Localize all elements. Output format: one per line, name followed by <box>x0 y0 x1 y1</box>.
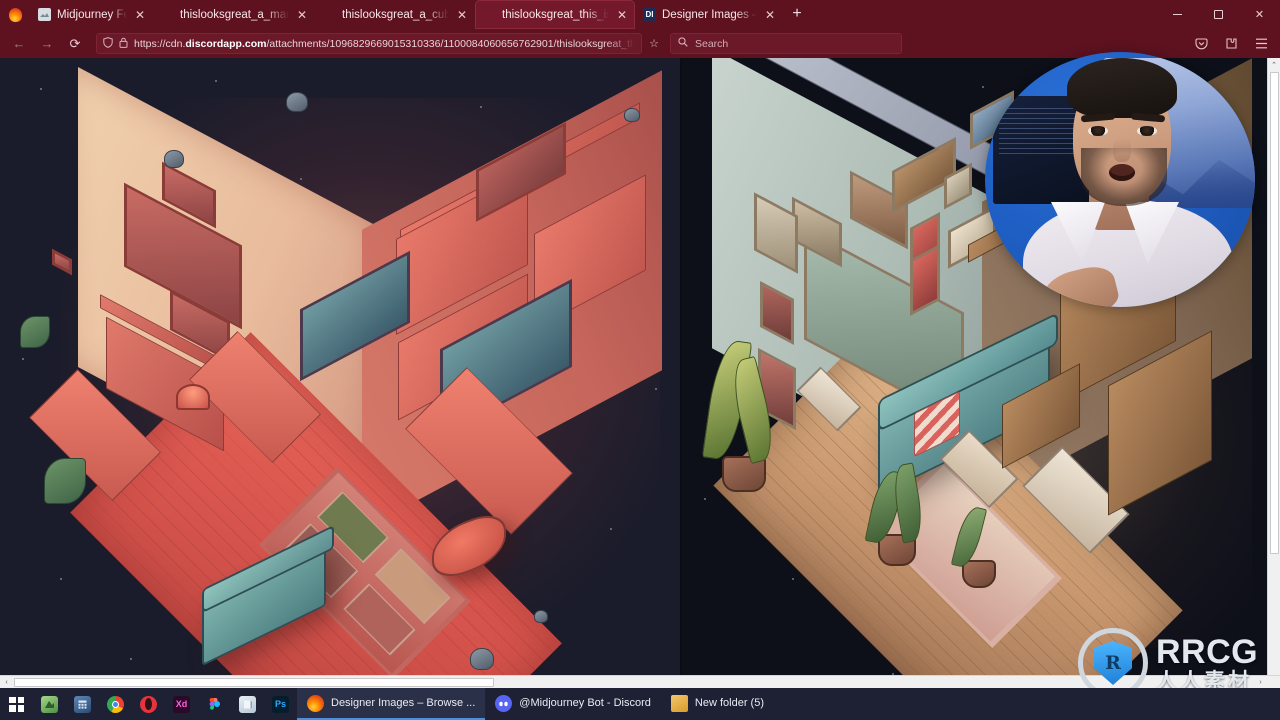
taskbar-task-label: Designer Images – Browse ... <box>331 697 476 709</box>
tab-close-button[interactable]: ✕ <box>133 8 147 22</box>
toolbar-right-icons <box>1188 32 1274 56</box>
small-orb <box>534 610 548 623</box>
maximize-button[interactable] <box>1198 0 1239 29</box>
bookmark-star-icon[interactable]: ☆ <box>644 37 664 50</box>
file-explorer-icon[interactable] <box>33 688 66 720</box>
potted-plant <box>44 458 86 504</box>
google-chrome-icon[interactable] <box>99 688 132 720</box>
pocket-save-icon[interactable] <box>1188 32 1214 56</box>
taskbar-task-folder[interactable]: New folder (5) <box>661 688 774 720</box>
browser-tab[interactable]: Midjourney Feed ✕ <box>30 0 153 29</box>
url-path: /attachments/1096829669015310336/1100084… <box>266 37 635 50</box>
browser-tab-active[interactable]: thislooksgreat_this_is_a_detailed_pi ✕ <box>475 0 635 29</box>
tab-close-button[interactable]: ✕ <box>295 8 309 22</box>
calculator-icon[interactable] <box>66 688 99 720</box>
hamburger-menu-icon[interactable] <box>1248 32 1274 56</box>
search-input[interactable]: Search <box>695 38 728 50</box>
new-tab-button[interactable]: + <box>783 0 811 28</box>
floating-robot <box>470 648 494 670</box>
onenote-icon[interactable] <box>231 688 264 720</box>
url-prefix: https://cdn. <box>134 37 186 50</box>
navigation-toolbar: ← → ⟳ https://cdn.discordapp.com/attachm… <box>0 29 1280 58</box>
nose <box>1113 138 1131 162</box>
address-bar[interactable]: https://cdn.discordapp.com/attachments/1… <box>96 33 642 54</box>
floating-canister <box>164 150 184 168</box>
browser-window: Midjourney Feed ✕ thislooksgreat_a_man_i… <box>0 0 1280 720</box>
isometric-room-illustration-warm[interactable] <box>0 58 682 688</box>
url-text: https://cdn.discordapp.com/attachments/1… <box>134 38 635 50</box>
forward-button[interactable]: → <box>34 32 60 56</box>
photoshop-icon[interactable]: Ps <box>264 688 297 720</box>
tab-strip: Midjourney Feed ✕ thislooksgreat_a_man_i… <box>0 0 1280 29</box>
presenter-hair <box>1067 58 1177 118</box>
horizontal-scrollbar[interactable]: ‹ › <box>0 675 1280 688</box>
webcam-bubble <box>985 52 1255 307</box>
taskbar-task-label: New folder (5) <box>694 697 764 709</box>
desk-lamp <box>176 384 210 410</box>
document-icon <box>483 8 496 21</box>
taskbar-task-discord[interactable]: @Midjourney Bot - Discord <box>485 688 661 720</box>
reload-button[interactable]: ⟳ <box>62 32 88 56</box>
figma-icon[interactable] <box>198 688 231 720</box>
browser-tab[interactable]: thislooksgreat_a_cubicle_in_the_cor ✕ <box>315 0 475 29</box>
padlock-icon <box>119 37 128 51</box>
folder-taskbar-icon <box>670 694 688 712</box>
adobe-xd-icon[interactable]: Xd <box>165 688 198 720</box>
taskbar-task-label: @Midjourney Bot - Discord <box>519 697 651 709</box>
small-plant <box>20 316 50 348</box>
tracking-protection-shield-icon[interactable] <box>103 36 113 51</box>
vertical-scroll-thumb[interactable] <box>1270 72 1279 554</box>
tab-close-button[interactable]: ✕ <box>615 8 629 22</box>
vertical-scrollbar[interactable]: ⌃ ⌄ <box>1267 58 1280 688</box>
eye-left <box>1088 126 1108 136</box>
window-controls: ✕ <box>1157 0 1280 29</box>
taskbar-task-firefox[interactable]: Designer Images – Browse ... <box>297 688 486 720</box>
mouth <box>1109 164 1135 181</box>
firefox-logo-icon <box>0 0 30 29</box>
search-bar[interactable]: Search <box>670 33 902 54</box>
tab-list: Midjourney Feed ✕ thislooksgreat_a_man_i… <box>30 0 1157 29</box>
tab-title: thislooksgreat_this_is_a_detailed_pi <box>502 8 609 21</box>
floating-object <box>624 108 640 122</box>
image-placeholder-icon <box>38 8 51 21</box>
start-button[interactable] <box>0 688 33 720</box>
eye-right <box>1137 126 1157 136</box>
search-icon <box>678 37 688 50</box>
tab-title: thislooksgreat_a_man_is_working_at <box>180 8 289 21</box>
tab-close-button[interactable]: ✕ <box>455 8 469 22</box>
scroll-up-arrow[interactable]: ⌃ <box>1268 58 1280 71</box>
firefox-taskbar-icon <box>307 694 324 712</box>
discord-taskbar-icon <box>495 694 513 712</box>
back-button[interactable]: ← <box>6 32 32 56</box>
plant-pot <box>962 560 996 588</box>
designer-images-icon: DI <box>643 8 656 21</box>
browser-tab[interactable]: DI Designer Images – Browse 214,7 ✕ <box>635 0 783 29</box>
document-icon <box>323 8 336 21</box>
windows-taskbar: Xd Ps Designer Images – Browse ... @Midj… <box>0 688 1280 720</box>
opera-browser-icon[interactable] <box>132 688 165 720</box>
tab-close-button[interactable]: ✕ <box>763 8 777 22</box>
horizontal-scroll-thumb[interactable] <box>14 678 494 687</box>
browser-tab[interactable]: thislooksgreat_a_man_is_working_at ✕ <box>153 0 315 29</box>
floating-object <box>286 92 308 112</box>
document-icon <box>161 8 174 21</box>
url-domain: discordapp.com <box>185 37 267 50</box>
extensions-icon[interactable] <box>1218 32 1244 56</box>
tab-title: thislooksgreat_a_cubicle_in_the_cor <box>342 8 449 21</box>
tab-title: Designer Images – Browse 214,7 <box>662 8 757 21</box>
tab-title: Midjourney Feed <box>57 8 127 21</box>
minimize-button[interactable] <box>1157 0 1198 29</box>
close-window-button[interactable]: ✕ <box>1239 0 1280 29</box>
